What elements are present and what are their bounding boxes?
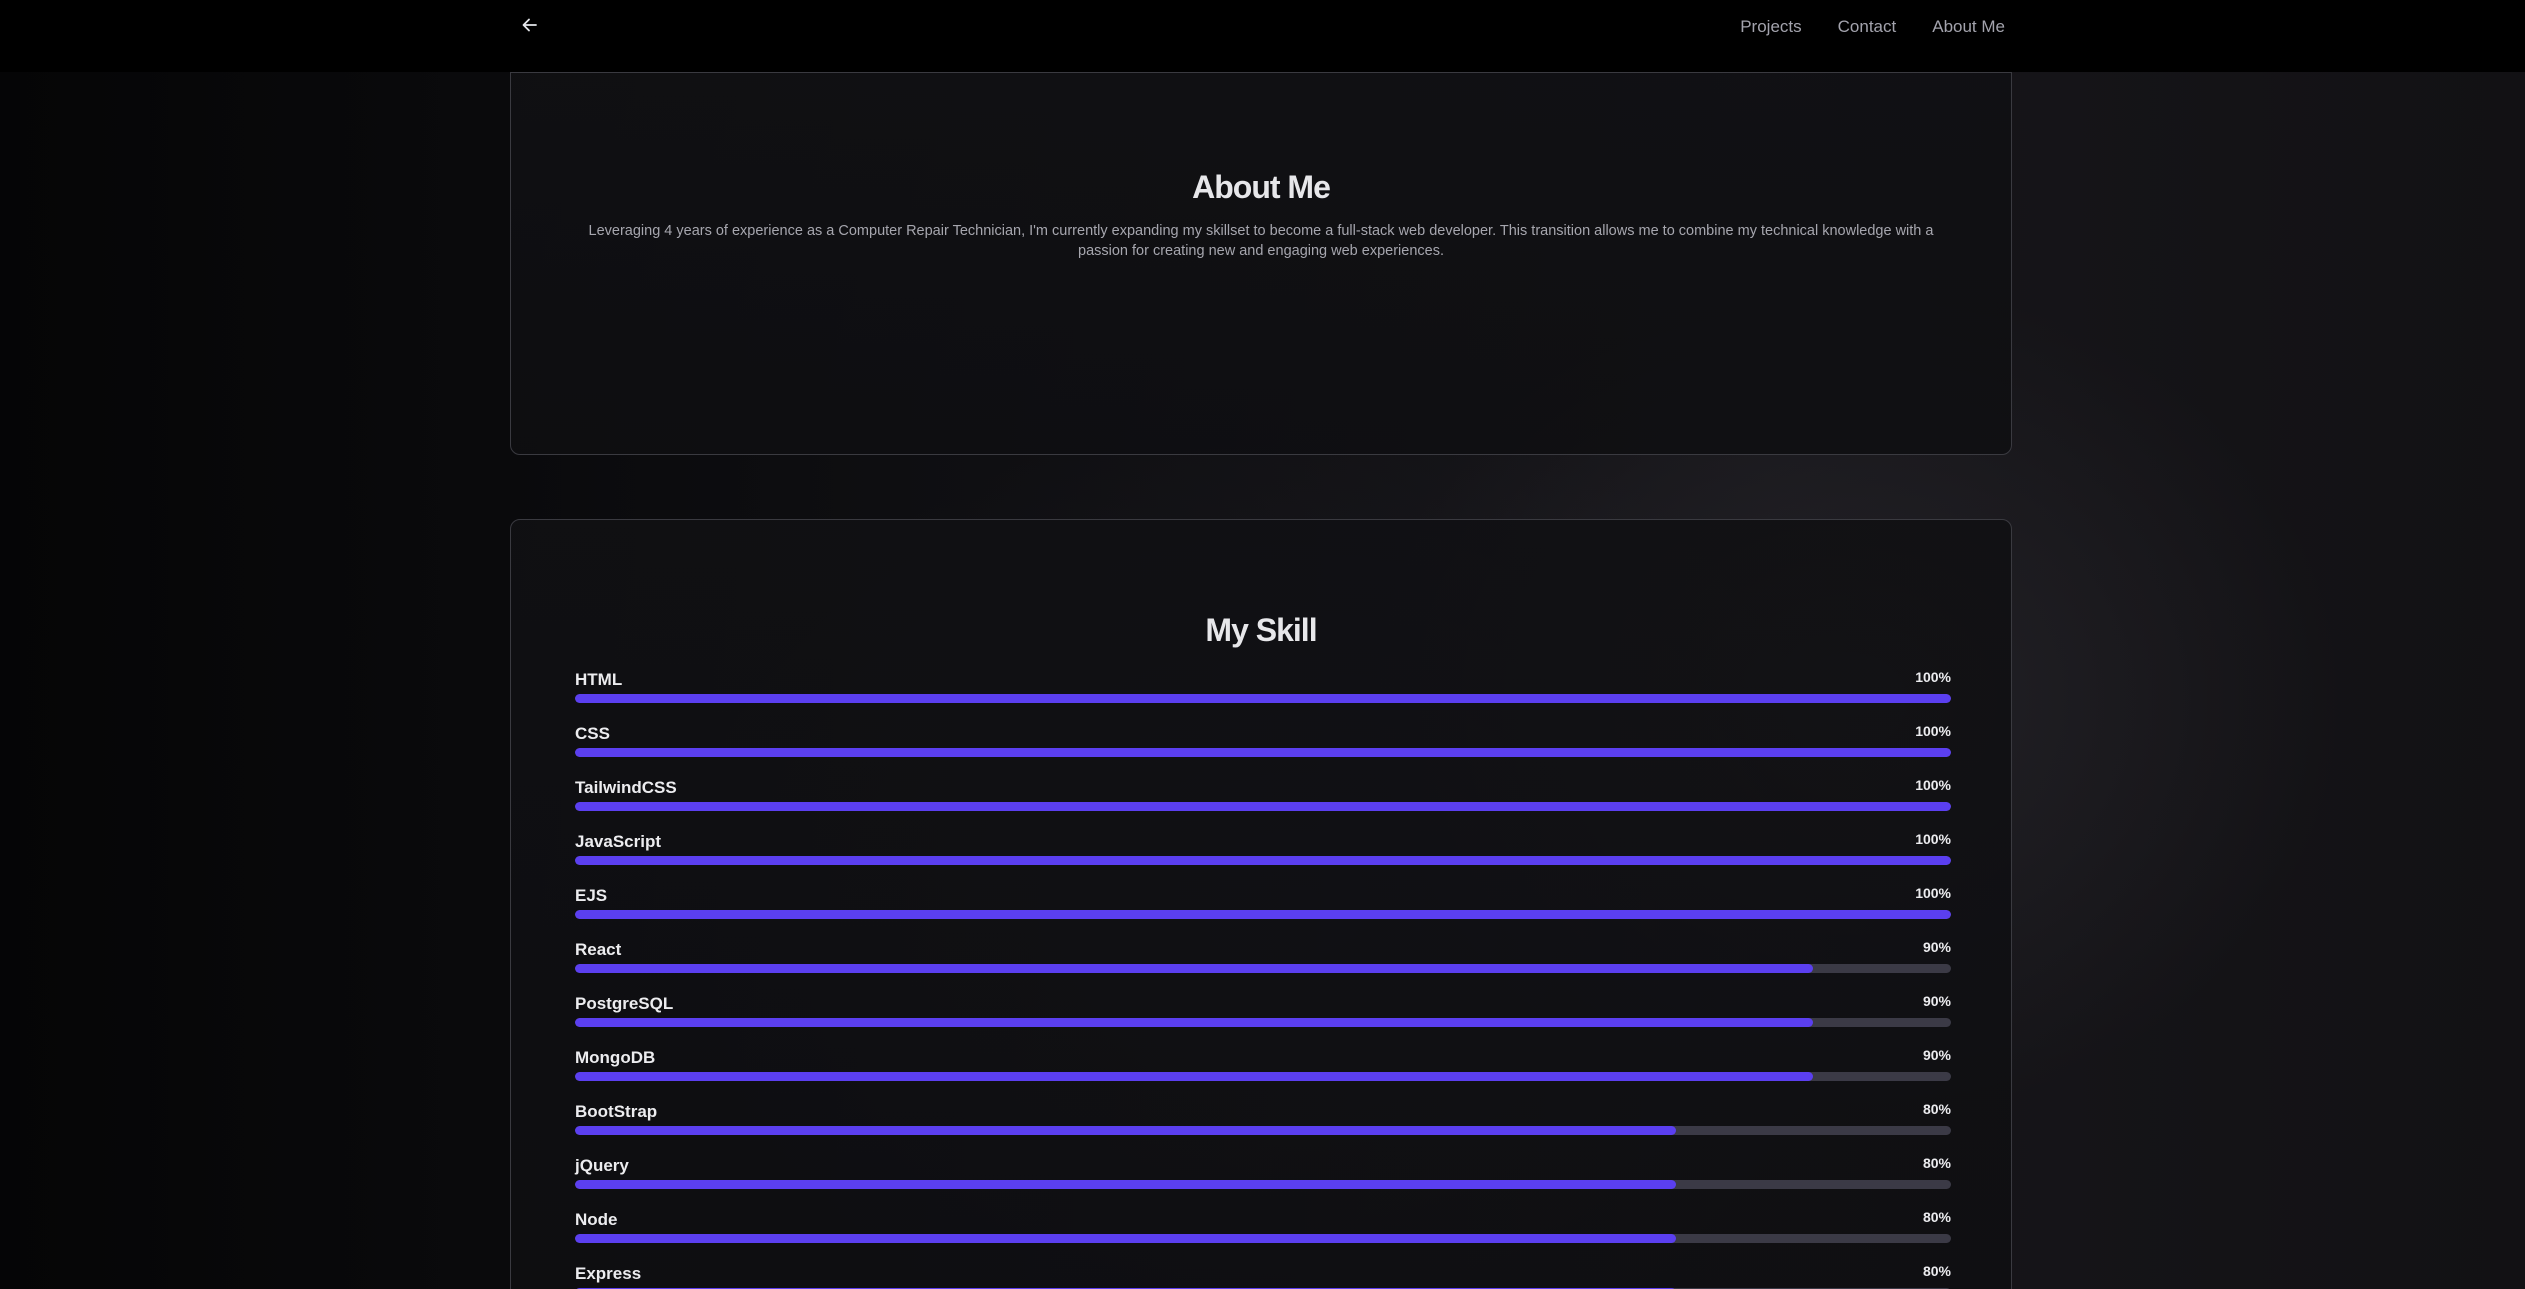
page: Projects Contact About Me About Me Lever… bbox=[0, 0, 2525, 1289]
skills-card: My Skill HTML 100% CSS 100% TailwindCSS 100% J… bbox=[510, 519, 2012, 1289]
skill-name: JavaScript bbox=[575, 832, 661, 851]
skills-title: My Skill bbox=[1205, 612, 1317, 648]
arrow-left-icon bbox=[520, 15, 540, 40]
skill-progress-fill bbox=[575, 1018, 1814, 1027]
skill-progress-track bbox=[575, 1180, 1951, 1189]
skill-name: CSS bbox=[575, 724, 610, 743]
skill-row: BootStrap 80% bbox=[575, 1101, 1951, 1156]
skill-row: MongoDB 90% bbox=[575, 1047, 1951, 1102]
skill-row: React 90% bbox=[575, 939, 1951, 994]
skill-progress-track bbox=[575, 748, 1951, 757]
skill-progress-track bbox=[575, 910, 1951, 919]
skill-progress-fill bbox=[575, 910, 1951, 919]
skill-percent: 80% bbox=[1922, 1209, 1951, 1225]
skill-percent: 90% bbox=[1922, 939, 1951, 955]
skill-row: HTML 100% bbox=[575, 669, 1951, 724]
skill-name: Node bbox=[575, 1210, 618, 1229]
skill-progress-fill bbox=[575, 1126, 1676, 1135]
skill-row: Node 80% bbox=[575, 1209, 1951, 1264]
skill-progress-track bbox=[575, 694, 1951, 703]
skill-name: HTML bbox=[575, 670, 623, 689]
back-button[interactable] bbox=[516, 13, 544, 41]
skill-row: jQuery 80% bbox=[575, 1155, 1951, 1210]
skill-progress-track bbox=[575, 1072, 1951, 1081]
skill-name: EJS bbox=[575, 886, 608, 905]
skill-percent: 80% bbox=[1922, 1101, 1951, 1117]
skill-progress-fill bbox=[575, 964, 1814, 973]
skill-progress-track bbox=[575, 964, 1951, 973]
about-description: Leveraging 4 years of experience as a Co… bbox=[588, 223, 1934, 259]
skill-percent: 80% bbox=[1922, 1263, 1951, 1279]
skill-progress-track bbox=[575, 1234, 1951, 1243]
skill-progress-fill bbox=[575, 802, 1951, 811]
skill-row: TailwindCSS 100% bbox=[575, 777, 1951, 832]
skill-progress-fill bbox=[575, 1180, 1676, 1189]
skill-percent: 80% bbox=[1922, 1155, 1951, 1171]
skill-name: BootStrap bbox=[575, 1102, 658, 1121]
skill-percent: 100% bbox=[1915, 831, 1951, 847]
about-card: About Me Leveraging 4 years of experienc… bbox=[510, 72, 2012, 455]
skill-progress-track bbox=[575, 1018, 1951, 1027]
skill-name: Express bbox=[575, 1264, 642, 1283]
skill-percent: 100% bbox=[1915, 723, 1951, 739]
top-navbar: Projects Contact About Me bbox=[0, 0, 2525, 72]
skill-row: CSS 100% bbox=[575, 723, 1951, 778]
skill-row: JavaScript 100% bbox=[575, 831, 1951, 886]
skill-percent: 100% bbox=[1915, 777, 1951, 793]
skill-percent: 100% bbox=[1915, 885, 1951, 901]
nav-link-projects[interactable]: Projects bbox=[1740, 17, 1801, 37]
skill-row: Express 80% bbox=[575, 1263, 1951, 1289]
skill-progress-track bbox=[575, 1126, 1951, 1135]
nav-link-contact[interactable]: Contact bbox=[1838, 17, 1897, 37]
skill-percent: 90% bbox=[1922, 1047, 1951, 1063]
skill-progress-fill bbox=[575, 694, 1951, 703]
skill-name: PostgreSQL bbox=[575, 994, 674, 1013]
nav-links: Projects Contact About Me bbox=[1740, 17, 2005, 37]
skill-percent: 100% bbox=[1915, 669, 1951, 685]
skill-progress-track bbox=[575, 802, 1951, 811]
nav-link-about-me[interactable]: About Me bbox=[1932, 17, 2005, 37]
skill-row: EJS 100% bbox=[575, 885, 1951, 940]
skill-percent: 90% bbox=[1922, 993, 1951, 1009]
skill-progress-fill bbox=[575, 1234, 1676, 1243]
skill-progress-fill bbox=[575, 748, 1951, 757]
skill-name: MongoDB bbox=[575, 1048, 656, 1067]
skill-progress-fill bbox=[575, 856, 1951, 865]
skill-progress-fill bbox=[575, 1072, 1814, 1081]
skill-name: React bbox=[575, 940, 622, 959]
skills-list: HTML 100% CSS 100% TailwindCSS 100% JavaScript… bbox=[575, 669, 1951, 1289]
skill-name: TailwindCSS bbox=[575, 778, 677, 797]
skill-name: jQuery bbox=[575, 1156, 629, 1175]
skill-progress-track bbox=[575, 856, 1951, 865]
skill-row: PostgreSQL 90% bbox=[575, 993, 1951, 1048]
about-title: About Me bbox=[1192, 169, 1331, 205]
